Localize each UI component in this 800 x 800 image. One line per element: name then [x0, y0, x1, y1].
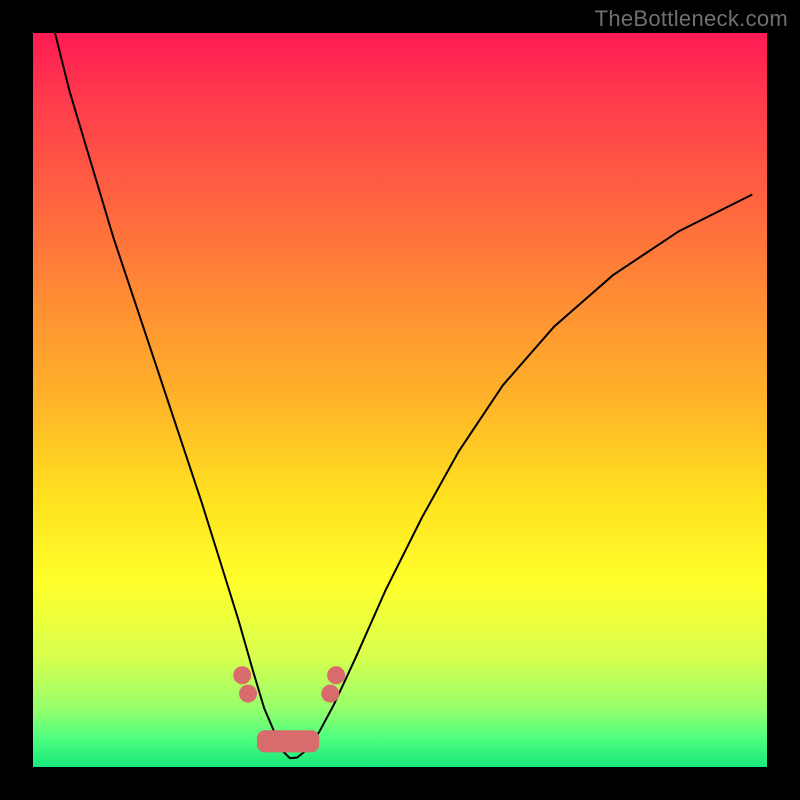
trough-dot — [233, 666, 251, 684]
trough-dot — [321, 685, 339, 703]
bottleneck-curve — [33, 33, 767, 767]
trough-dot — [239, 685, 257, 703]
curve-path — [55, 33, 752, 758]
trough-bar — [257, 730, 319, 752]
trough-markers — [233, 666, 345, 752]
chart-frame: TheBottleneck.com — [0, 0, 800, 800]
trough-dot — [327, 666, 345, 684]
watermark-text: TheBottleneck.com — [595, 6, 788, 32]
